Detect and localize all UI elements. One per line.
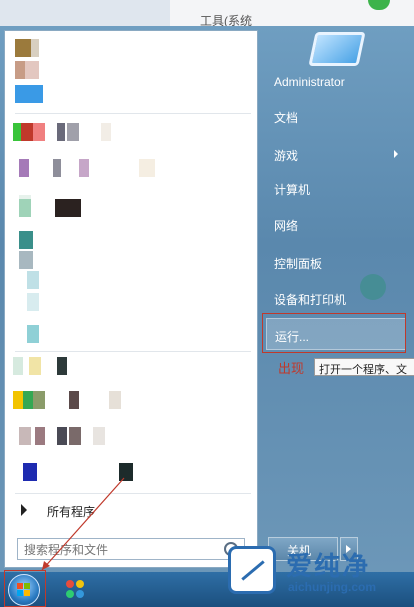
- program-item[interactable]: [9, 119, 249, 145]
- run-highlight-box: [262, 313, 406, 353]
- program-icon: [13, 391, 23, 409]
- program-icon: [15, 85, 43, 103]
- program-label-block: [57, 357, 67, 375]
- watermark-name: 爱纯净: [286, 551, 371, 581]
- menu-item-control-panel[interactable]: 控制面板: [266, 250, 406, 276]
- menu-item-label: 游戏: [274, 149, 299, 163]
- program-label-block: [79, 159, 89, 177]
- tooltip-text: 打开一个程序、文: [319, 364, 407, 376]
- program-icon: [19, 427, 31, 445]
- program-icon-part: [31, 39, 39, 57]
- program-label-block: [93, 427, 105, 445]
- program-icon-part: [25, 61, 39, 79]
- separator: [15, 493, 251, 494]
- user-picture[interactable]: [306, 30, 366, 72]
- menu-item-network[interactable]: 网络: [266, 212, 406, 238]
- program-icon: [27, 293, 39, 311]
- program-icon-part: [33, 391, 45, 409]
- chevron-right-icon: [394, 150, 398, 158]
- program-icon: [19, 159, 29, 177]
- program-icon: [13, 123, 21, 141]
- program-icon-part: [35, 427, 45, 445]
- program-item[interactable]: [9, 289, 249, 315]
- program-icon: [19, 199, 31, 217]
- program-label-block: [57, 427, 67, 445]
- program-item[interactable]: [9, 387, 249, 413]
- program-item[interactable]: [9, 81, 249, 107]
- program-icon-part: [21, 123, 33, 141]
- programs-pane: 所有程序: [4, 30, 258, 568]
- program-label-block: [69, 427, 81, 445]
- program-icon: [15, 39, 31, 57]
- taskbar-app-icon[interactable]: [66, 580, 86, 600]
- program-label-block: [53, 159, 61, 177]
- program-item[interactable]: [9, 155, 249, 181]
- menu-item-computer[interactable]: 计算机: [266, 176, 406, 202]
- program-icon-part: [23, 391, 33, 409]
- program-item[interactable]: [9, 195, 249, 221]
- cursor-highlight: [360, 274, 386, 300]
- search-input[interactable]: [22, 541, 216, 559]
- watermark: 爱纯净 aichunjing.com: [222, 542, 414, 607]
- triangle-right-icon: [21, 504, 27, 516]
- start-menu: 所有程序 Administrator 文档 游戏 计算机 网络 控制面板 设备和…: [0, 26, 414, 572]
- run-tooltip: 打开一个程序、文: [314, 358, 414, 376]
- program-label-block: [101, 123, 111, 141]
- all-programs-button[interactable]: 所有程序: [15, 498, 251, 524]
- program-label-block: [119, 463, 133, 481]
- menu-item-documents[interactable]: 文档: [266, 104, 406, 130]
- program-label-block: [69, 391, 79, 409]
- program-label-block: [55, 199, 81, 217]
- separator: [15, 351, 251, 352]
- program-icon: [15, 61, 25, 79]
- annotation-note: 出现: [278, 361, 305, 376]
- menu-item-label: 文档: [274, 111, 299, 125]
- watermark-logo: [228, 546, 276, 594]
- program-item[interactable]: [9, 321, 249, 347]
- search-box[interactable]: [17, 538, 245, 560]
- program-label-block: [139, 159, 155, 177]
- start-highlight-box: [4, 570, 46, 607]
- all-programs-label: 所有程序: [47, 505, 96, 519]
- program-icon: [27, 325, 39, 343]
- menu-item-label: 计算机: [274, 183, 311, 197]
- program-item[interactable]: [9, 353, 249, 379]
- program-icon: [27, 271, 39, 289]
- program-icon-part: [29, 357, 41, 375]
- program-item[interactable]: [9, 423, 249, 449]
- menu-item-label: Administrator: [274, 75, 345, 89]
- program-icon: [13, 357, 23, 375]
- program-item[interactable]: [9, 57, 249, 83]
- program-icon: [23, 463, 37, 481]
- menu-item-label: 控制面板: [274, 257, 323, 271]
- menu-item-label: 设备和打印机: [274, 293, 347, 307]
- program-icon-part: [33, 123, 45, 141]
- program-label-block: [57, 123, 65, 141]
- menu-item-label: 网络: [274, 219, 299, 233]
- program-label-block: [67, 123, 79, 141]
- menu-item-games[interactable]: 游戏: [266, 142, 406, 168]
- separator: [15, 113, 251, 114]
- watermark-url: aichunjing.com: [288, 580, 377, 594]
- user-picture-frame: [308, 32, 366, 66]
- program-label-block: [109, 391, 121, 409]
- menu-item-administrator[interactable]: Administrator: [266, 70, 406, 96]
- program-item[interactable]: [9, 459, 249, 485]
